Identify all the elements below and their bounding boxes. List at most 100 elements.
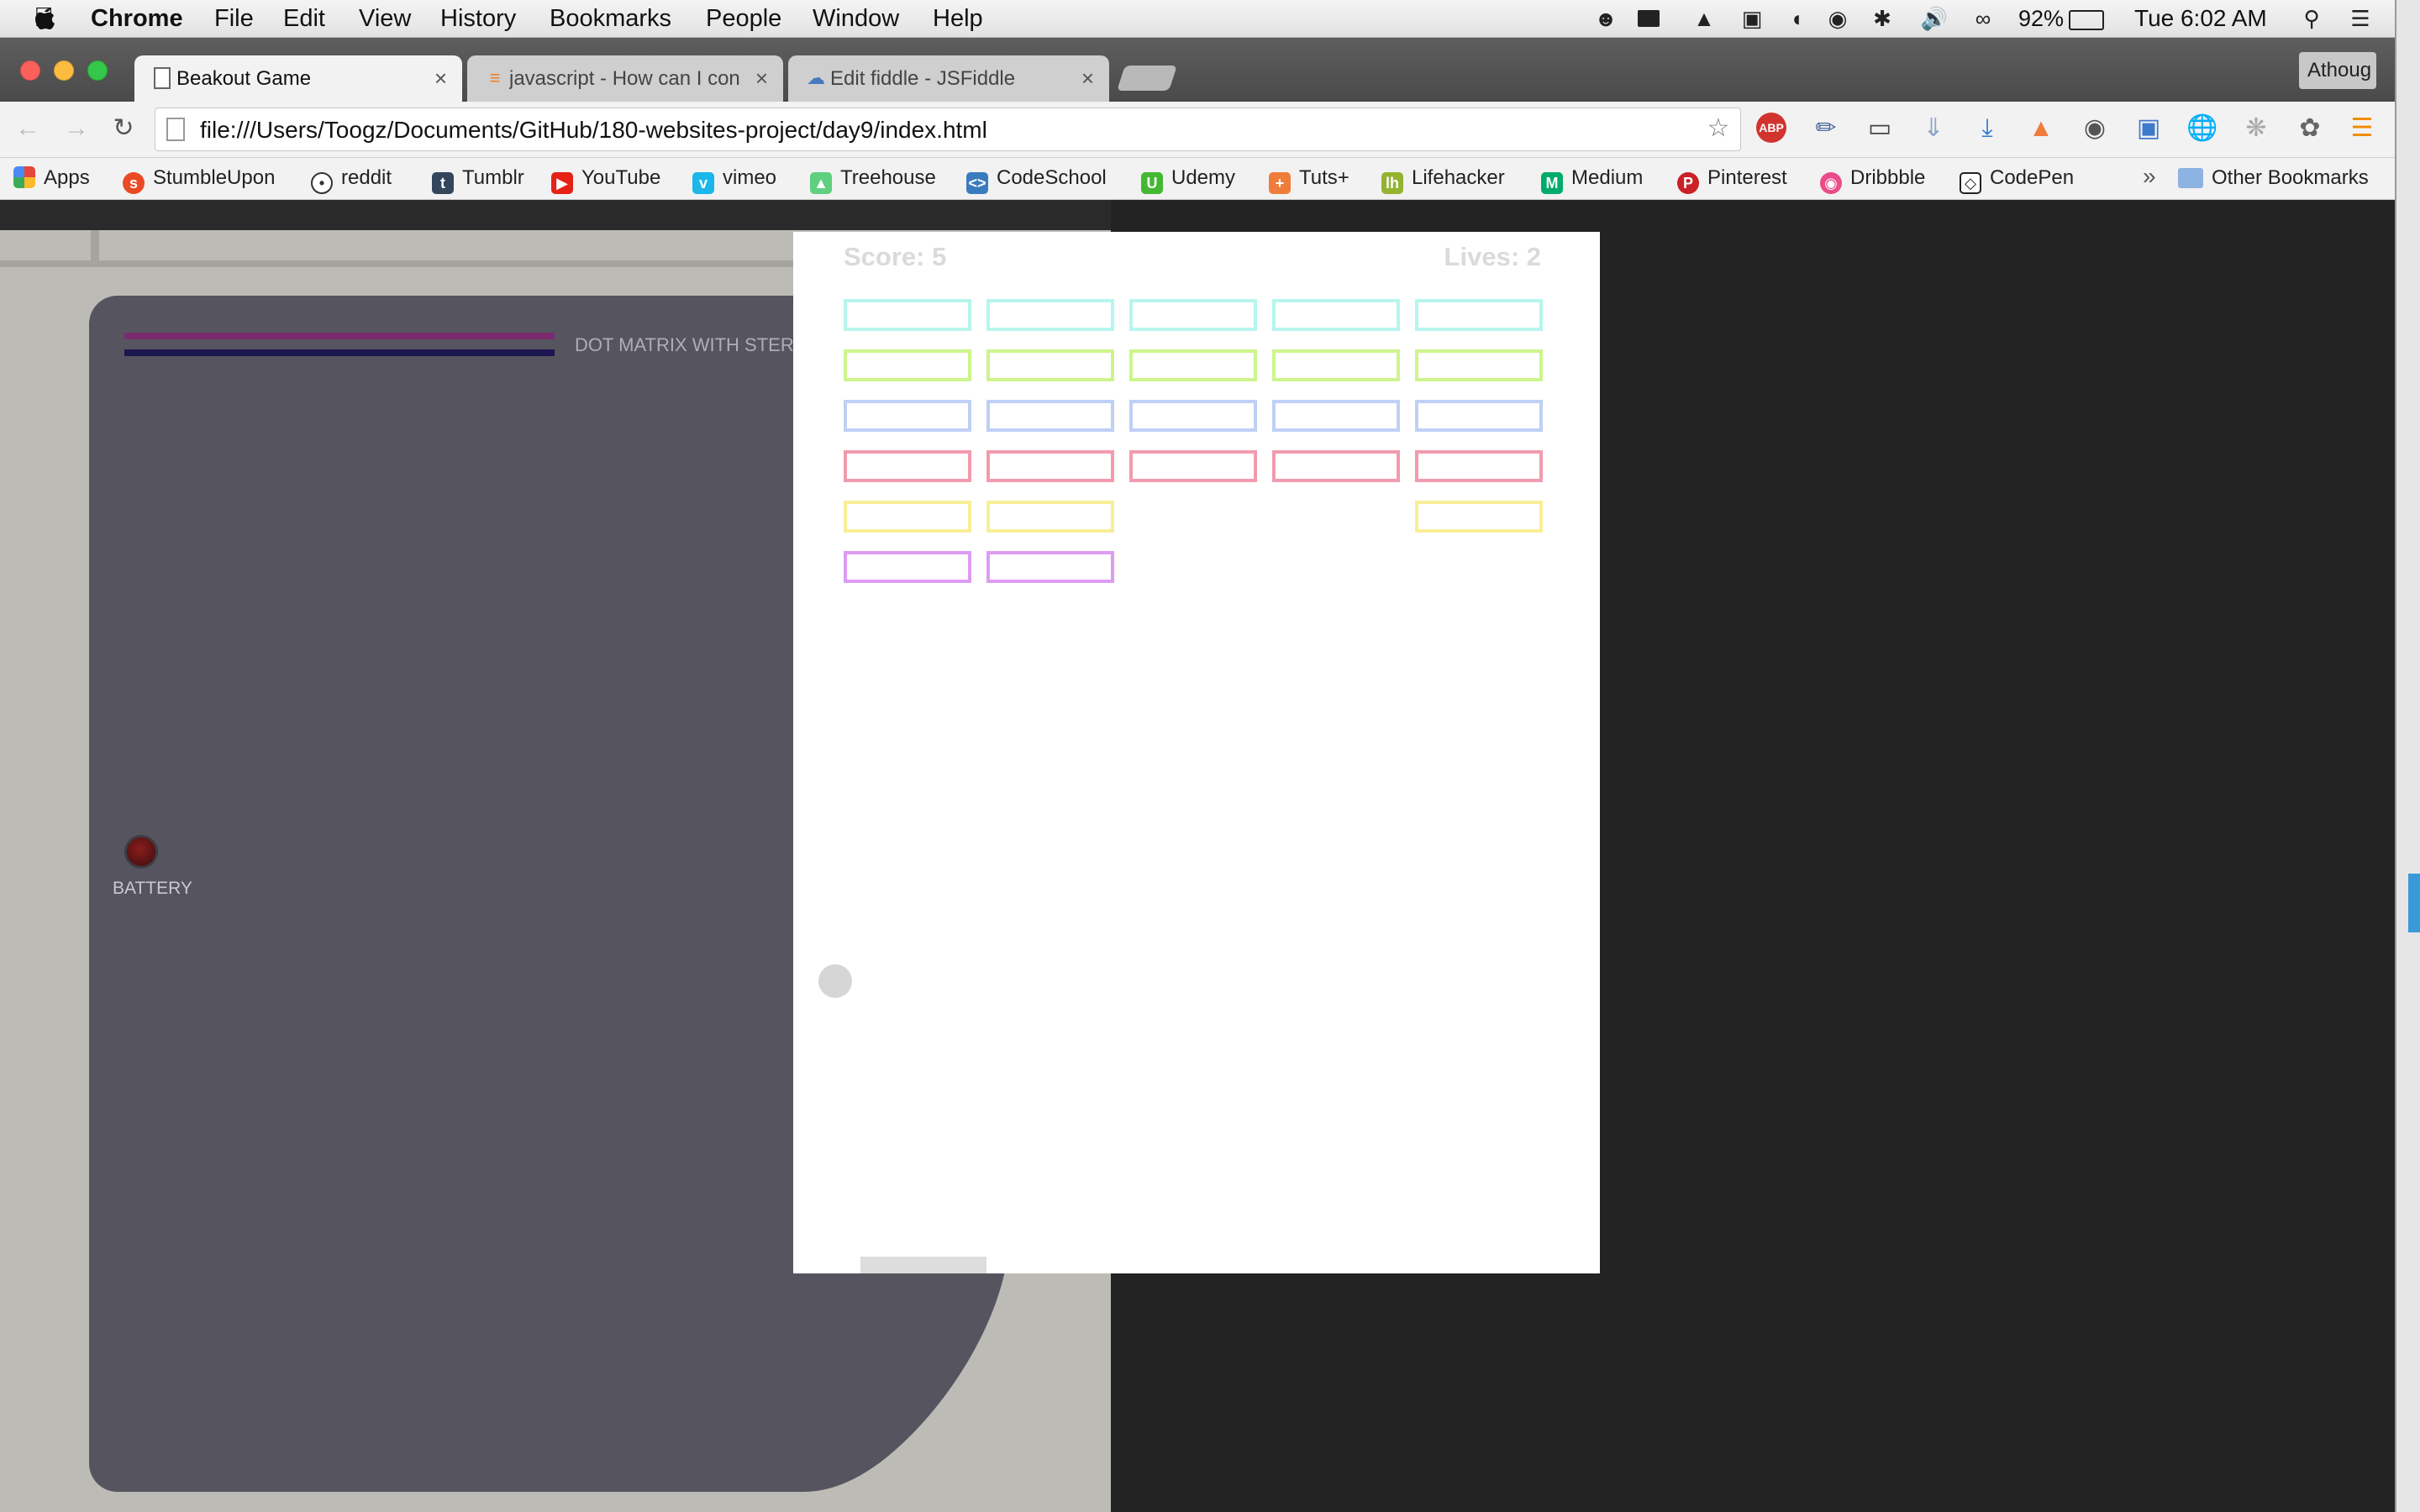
bowl-icon[interactable]: ◖ <box>1785 7 1808 30</box>
brick <box>1415 299 1543 331</box>
apple-logo-icon[interactable] <box>34 5 55 30</box>
brick <box>1415 450 1543 482</box>
film-reel-icon[interactable]: ✿ <box>2294 113 2326 144</box>
terminal-icon[interactable] <box>1638 7 1661 30</box>
menu-file[interactable]: File <box>214 5 254 33</box>
bookmark-udemy[interactable]: U Udemy <box>1141 166 1235 194</box>
tumblr-icon: t <box>432 172 454 194</box>
youtube-icon: ▶ <box>551 172 573 194</box>
eyedropper-icon[interactable]: ✏ <box>1810 113 1842 144</box>
bookmark-app-icon[interactable]: ▣ <box>1740 7 1764 30</box>
tab-beakout-game[interactable]: Beakout Game × <box>134 55 462 102</box>
clock[interactable]: Tue 6:02 AM <box>2134 5 2267 32</box>
download-icon[interactable]: ⤓ <box>1971 113 2003 144</box>
menu-help[interactable]: Help <box>933 5 983 33</box>
game-canvas[interactable]: Score: 5 Lives: 2 <box>793 232 1600 1273</box>
bookmark-lifehacker[interactable]: lh Lifehacker <box>1381 166 1505 194</box>
glasses-face-icon[interactable]: ☻ <box>1594 7 1618 30</box>
record-icon[interactable]: ◉ <box>2079 113 2111 144</box>
bookmark-label: YouTube <box>581 166 661 189</box>
bookmark-codeschool[interactable]: <> CodeSchool <box>966 166 1107 194</box>
bookmarks-overflow-chevron[interactable]: » <box>2143 163 2156 190</box>
bookmark-youtube[interactable]: ▶ YouTube <box>551 166 660 194</box>
battery-percentage: 92% <box>2018 6 2065 31</box>
bookmark-dribbble[interactable]: ◉ Dribbble <box>1820 166 1925 194</box>
menu-window[interactable]: Window <box>813 5 899 33</box>
brick <box>1129 400 1257 432</box>
other-bookmarks[interactable]: Other Bookmarks <box>2178 166 2369 190</box>
dot-matrix-label: DOT MATRIX WITH STEREO <box>575 334 821 355</box>
back-arrow-icon[interactable]: ← <box>12 113 44 144</box>
volume-icon[interactable]: 🔊 <box>1916 7 1953 30</box>
swirl-extension-icon[interactable]: ❋ <box>2240 113 2272 144</box>
bookmark-tutsplus[interactable]: + Tuts+ <box>1269 166 1349 194</box>
bluetooth-icon[interactable]: ✱ <box>1870 7 1894 30</box>
globe-icon[interactable]: 🌐 <box>2186 113 2218 144</box>
bookmark-treehouse[interactable]: ▲ Treehouse <box>810 166 936 194</box>
gameboy-notch <box>91 230 99 267</box>
adjacent-window-edge <box>2395 0 2420 1512</box>
address-text[interactable]: file:///Users/Toogz/Documents/GitHub/180… <box>200 117 987 144</box>
close-tab-icon[interactable]: × <box>1081 66 1094 92</box>
jsfiddle-icon: ☁ <box>807 67 825 88</box>
notification-center-icon[interactable]: ☰ <box>2349 7 2372 30</box>
brick <box>844 349 971 381</box>
bookmark-vimeo[interactable]: v vimeo <box>692 166 776 194</box>
close-tab-icon[interactable]: × <box>434 66 447 92</box>
reload-icon[interactable]: ↻ <box>108 113 139 144</box>
page-viewport: DOT MATRIX WITH STEREO BATTERY Score: 5 … <box>0 200 2395 1512</box>
brick <box>844 400 971 432</box>
bookmark-label: Tumblr <box>462 166 524 189</box>
close-tab-icon[interactable]: × <box>755 66 768 92</box>
menu-history[interactable]: History <box>440 5 516 33</box>
udemy-icon: U <box>1141 172 1163 194</box>
other-bookmarks-label: Other Bookmarks <box>2212 166 2369 189</box>
bookmark-stumbleupon[interactable]: s StumbleUpon <box>123 166 275 194</box>
bookmark-tumblr[interactable]: t Tumblr <box>432 166 524 194</box>
vimeo-icon: v <box>692 172 714 194</box>
hat-icon[interactable]: ▲ <box>1692 7 1716 30</box>
menu-view[interactable]: View <box>359 5 411 33</box>
bookmark-star-icon[interactable]: ☆ <box>1702 113 1734 144</box>
chrome-menu-icon[interactable]: ☰ <box>2346 113 2378 144</box>
menu-bookmarks[interactable]: Bookmarks <box>550 5 671 33</box>
brick <box>986 299 1114 331</box>
screenshot-icon[interactable]: ▣ <box>2133 113 2165 144</box>
close-window-button[interactable] <box>20 60 40 81</box>
bookmark-medium[interactable]: M Medium <box>1541 166 1643 194</box>
brick <box>844 299 971 331</box>
upload-extension-icon[interactable]: ▲ <box>2025 113 2057 144</box>
menu-edit[interactable]: Edit <box>283 5 325 33</box>
apps-grid-icon <box>13 166 35 188</box>
game-paddle[interactable] <box>860 1257 986 1273</box>
tab-title: Beakout Game <box>176 67 312 90</box>
bookmark-codepen[interactable]: ◇ CodePen <box>1960 166 2074 194</box>
bookmark-pinterest[interactable]: P Pinterest <box>1677 166 1787 194</box>
bookmark-label: Pinterest <box>1707 166 1787 189</box>
tab-stackoverflow[interactable]: ≡ javascript - How can I con × <box>467 55 783 102</box>
tab-jsfiddle[interactable]: ☁ Edit fiddle - JSFiddle × <box>788 55 1109 102</box>
app-menu-chrome[interactable]: Chrome <box>91 5 183 33</box>
sync-icon[interactable]: ∞ <box>1971 7 1995 30</box>
profile-name: Athoug <box>2307 59 2372 81</box>
lives-display: Lives: 2 <box>1444 242 1541 271</box>
minimize-window-button[interactable] <box>54 60 74 81</box>
adblock-plus-icon[interactable]: ABP <box>1756 113 1788 144</box>
new-tab-button[interactable] <box>1117 66 1177 91</box>
reddit-icon: • <box>311 172 333 194</box>
menu-people[interactable]: People <box>706 5 781 33</box>
spotlight-search-icon[interactable]: ⚲ <box>2300 7 2323 30</box>
lifehacker-icon: lh <box>1381 172 1403 194</box>
battery-icon[interactable] <box>2069 7 2107 30</box>
download-arrow-icon[interactable]: ⇓ <box>1918 113 1949 144</box>
brick <box>986 501 1114 533</box>
zoom-window-button[interactable] <box>87 60 108 81</box>
forward-arrow-icon[interactable]: → <box>60 113 92 144</box>
eye-icon[interactable]: ◉ <box>1826 7 1849 30</box>
cast-icon[interactable]: ▭ <box>1864 113 1896 144</box>
bookmark-apps[interactable]: Apps <box>13 166 90 190</box>
bookmark-label: Tuts+ <box>1299 166 1349 189</box>
brick <box>844 501 971 533</box>
bookmark-reddit[interactable]: • reddit <box>311 166 392 194</box>
score-display: Score: 5 <box>844 242 947 271</box>
